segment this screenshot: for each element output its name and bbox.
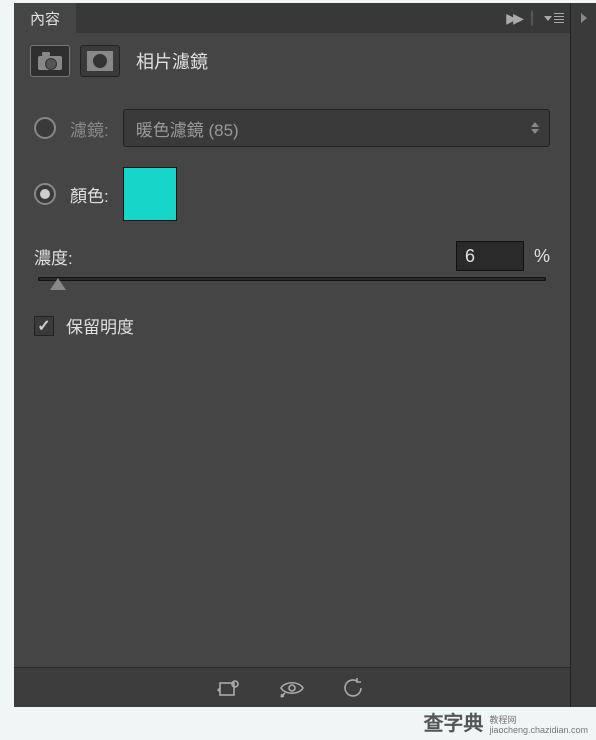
mask-icon-button[interactable] bbox=[80, 45, 120, 77]
clip-to-layer-icon[interactable] bbox=[217, 677, 243, 699]
divider: | bbox=[530, 9, 534, 27]
density-group: 濃度: % bbox=[34, 241, 550, 289]
watermark-main: 查字典 bbox=[423, 707, 483, 736]
color-swatch[interactable] bbox=[123, 167, 177, 221]
slider-track bbox=[38, 277, 546, 281]
side-strip bbox=[570, 3, 596, 707]
density-row: 濃度: % bbox=[34, 241, 550, 271]
camera-icon bbox=[38, 52, 62, 70]
mask-icon bbox=[87, 51, 113, 71]
slider-thumb-icon[interactable] bbox=[50, 278, 66, 290]
adjustment-header: 相片濾鏡 bbox=[14, 33, 570, 91]
preserve-luminosity-row: 保留明度 bbox=[34, 313, 550, 338]
tab-content[interactable]: 內容 bbox=[14, 3, 76, 33]
filter-dropdown[interactable]: 暖色濾鏡 (85) bbox=[123, 109, 550, 147]
density-slider-wrap bbox=[34, 269, 550, 289]
expand-icon[interactable] bbox=[581, 13, 587, 23]
filter-dropdown-value: 暖色濾鏡 (85) bbox=[136, 116, 239, 141]
watermark-sub2: jiaocheng.chazidian.com bbox=[489, 726, 588, 736]
color-label: 顏色: bbox=[70, 182, 109, 207]
density-input[interactable] bbox=[456, 241, 524, 271]
preserve-luminosity-checkbox[interactable] bbox=[34, 316, 54, 336]
controls-area: 濾鏡: 暖色濾鏡 (85) 顏色: 濃度: % bbox=[14, 91, 570, 667]
tab-label: 內容 bbox=[30, 8, 60, 29]
density-label: 濃度: bbox=[34, 244, 73, 269]
dropdown-arrows-icon bbox=[531, 122, 539, 134]
density-input-wrap: % bbox=[456, 241, 550, 271]
preserve-luminosity-label: 保留明度 bbox=[66, 313, 134, 338]
chevron-down-icon bbox=[544, 16, 552, 21]
panel-footer bbox=[14, 667, 570, 707]
panel-title: 相片濾鏡 bbox=[136, 48, 208, 74]
toggle-visibility-icon[interactable] bbox=[279, 677, 305, 699]
watermark: 查字典 教程网 jiaocheng.chazidian.com bbox=[423, 707, 588, 736]
filter-label: 濾鏡: bbox=[70, 116, 109, 141]
filter-row: 濾鏡: 暖色濾鏡 (85) bbox=[34, 109, 550, 147]
reset-icon[interactable] bbox=[341, 677, 367, 699]
hamburger-icon bbox=[554, 13, 564, 23]
tab-bar: 內容 ▶▶ | bbox=[14, 3, 570, 33]
density-slider[interactable] bbox=[38, 269, 546, 289]
tab-bar-controls: ▶▶ | bbox=[506, 9, 564, 27]
density-unit: % bbox=[534, 246, 550, 267]
properties-panel: 內容 ▶▶ | 相片濾鏡 濾鏡: 暖色濾鏡 (85) bbox=[14, 3, 570, 707]
panel-menu-icon[interactable] bbox=[544, 13, 564, 23]
color-radio[interactable] bbox=[34, 183, 56, 205]
color-row: 顏色: bbox=[34, 167, 550, 221]
filter-radio[interactable] bbox=[34, 117, 56, 139]
fast-forward-icon[interactable]: ▶▶ bbox=[506, 10, 520, 27]
watermark-sub: 教程网 jiaocheng.chazidian.com bbox=[489, 716, 588, 736]
adjustment-icon-button[interactable] bbox=[30, 45, 70, 77]
